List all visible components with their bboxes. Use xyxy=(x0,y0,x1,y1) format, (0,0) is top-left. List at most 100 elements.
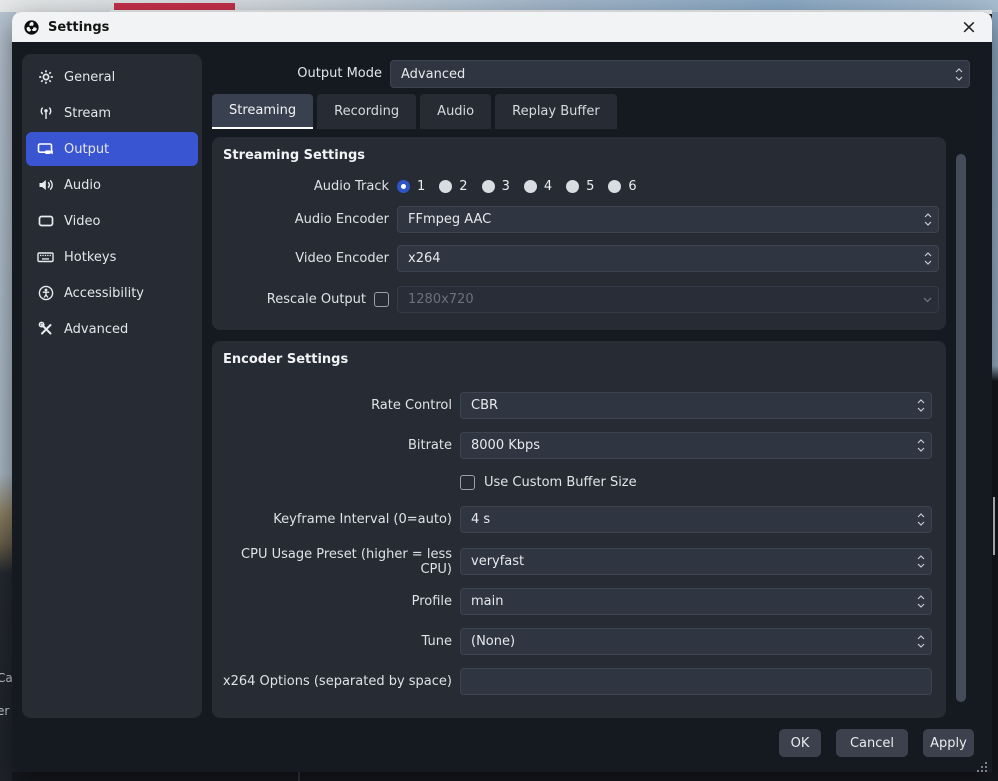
bitrate-value: 8000 Kbps xyxy=(471,438,540,453)
panel-title: Streaming Settings xyxy=(223,148,365,163)
bitrate-label: Bitrate xyxy=(212,432,460,459)
rescale-output-text: Rescale Output xyxy=(267,292,366,307)
output-tabs: Streaming Recording Audio Replay Buffer xyxy=(212,94,621,129)
accessibility-icon xyxy=(37,285,54,301)
cpu-preset-value: veryfast xyxy=(471,554,524,569)
profile-value: main xyxy=(471,594,503,609)
sidebar-item-output[interactable]: Output xyxy=(26,132,198,166)
close-icon[interactable]: × xyxy=(954,12,984,42)
sidebar-item-stream[interactable]: Stream xyxy=(26,96,198,130)
tools-icon xyxy=(37,321,54,337)
dropdown-arrows-icon[interactable] xyxy=(911,394,930,417)
audio-track-label: Audio Track xyxy=(212,173,397,199)
desktop-right-detail xyxy=(993,497,995,555)
cpu-preset-label: CPU Usage Preset (higher = less CPU) xyxy=(212,548,460,575)
streaming-settings-panel: Streaming Settings Audio Track 1 2 3 4 5… xyxy=(212,137,946,330)
background-text-fragment: Ca xyxy=(0,671,13,685)
rate-control-label: Rate Control xyxy=(212,392,460,419)
content-scrollbar-track[interactable] xyxy=(956,138,966,730)
obs-logo-icon xyxy=(24,20,39,35)
dropdown-arrows-icon[interactable] xyxy=(911,590,930,613)
radio-label: 1 xyxy=(417,179,425,194)
custom-buffer-checkbox[interactable] xyxy=(460,475,475,490)
sidebar-item-label: Output xyxy=(64,142,109,157)
desktop-right-strip xyxy=(992,12,998,781)
sidebar-item-advanced[interactable]: Advanced xyxy=(26,312,198,346)
spinbox-arrows-icon[interactable] xyxy=(911,434,930,457)
radio-label: 2 xyxy=(459,179,467,194)
keyframe-interval-label: Keyframe Interval (0=auto) xyxy=(212,506,460,533)
rate-control-select[interactable]: CBR xyxy=(460,392,932,419)
x264-options-label: x264 Options (separated by space) xyxy=(212,668,460,695)
broadcast-icon xyxy=(37,105,54,121)
cpu-preset-select[interactable]: veryfast xyxy=(460,548,932,575)
dropdown-arrows-icon[interactable] xyxy=(918,208,937,231)
video-encoder-select[interactable]: x264 xyxy=(397,245,939,272)
sidebar-item-general[interactable]: General xyxy=(26,60,198,94)
sidebar-item-audio[interactable]: Audio xyxy=(26,168,198,202)
tab-label: Replay Buffer xyxy=(512,104,600,119)
panel-title: Encoder Settings xyxy=(223,352,348,367)
dropdown-arrows-icon[interactable] xyxy=(918,247,937,270)
dialog-title: Settings xyxy=(48,20,109,35)
output-mode-label: Output Mode xyxy=(242,60,382,88)
settings-sidebar: General Stream Output xyxy=(22,54,202,718)
dropdown-arrows-icon[interactable] xyxy=(911,550,930,573)
audio-track-radio-6[interactable] xyxy=(608,180,621,193)
dropdown-arrows-icon[interactable] xyxy=(911,630,930,653)
tab-replay-buffer[interactable]: Replay Buffer xyxy=(495,94,617,129)
tab-label: Streaming xyxy=(229,103,296,118)
output-mode-value: Advanced xyxy=(401,67,465,82)
audio-track-radio-2[interactable] xyxy=(439,180,452,193)
tune-select[interactable]: (None) xyxy=(460,628,932,655)
dropdown-arrows-icon[interactable] xyxy=(949,62,968,86)
tab-label: Recording xyxy=(334,104,399,119)
rescale-output-checkbox[interactable] xyxy=(374,292,389,307)
resize-grip-icon[interactable] xyxy=(976,761,988,773)
apply-button[interactable]: Apply xyxy=(923,729,974,757)
sidebar-item-label: Advanced xyxy=(64,322,128,337)
rate-control-value: CBR xyxy=(471,398,498,413)
cancel-button[interactable]: Cancel xyxy=(836,729,908,757)
keyboard-icon xyxy=(37,249,54,265)
desktop-bottom-strip xyxy=(12,772,992,781)
profile-select[interactable]: main xyxy=(460,588,932,615)
bitrate-spinbox[interactable]: 8000 Kbps xyxy=(460,432,932,459)
content-scrollbar-handle[interactable] xyxy=(956,154,966,702)
dialog-titlebar[interactable]: Settings × xyxy=(12,12,992,42)
sidebar-item-hotkeys[interactable]: Hotkeys xyxy=(26,240,198,274)
sidebar-item-label: General xyxy=(64,70,115,85)
audio-encoder-value: FFmpeg AAC xyxy=(408,212,491,227)
audio-track-radio-3[interactable] xyxy=(482,180,495,193)
sidebar-item-label: Audio xyxy=(64,178,101,193)
tab-recording[interactable]: Recording xyxy=(317,94,416,129)
output-icon xyxy=(37,141,54,157)
ok-button[interactable]: OK xyxy=(779,729,821,757)
background-text-fragment: er xyxy=(0,704,9,718)
rescale-resolution-value: 1280x720 xyxy=(408,292,474,307)
output-mode-select[interactable]: Advanced xyxy=(390,60,970,88)
audio-track-radio-group: 1 2 3 4 5 6 xyxy=(397,179,651,194)
video-encoder-value: x264 xyxy=(408,251,441,266)
audio-encoder-select[interactable]: FFmpeg AAC xyxy=(397,206,939,233)
audio-track-radio-4[interactable] xyxy=(524,180,537,193)
sidebar-item-video[interactable]: Video xyxy=(26,204,198,238)
sidebar-item-label: Stream xyxy=(64,106,111,121)
desktop-bottom-divider xyxy=(298,772,300,781)
speaker-icon xyxy=(37,177,54,193)
dropdown-arrow-icon xyxy=(918,288,937,311)
sidebar-item-label: Accessibility xyxy=(64,286,144,301)
spinbox-arrows-icon[interactable] xyxy=(911,508,930,531)
radio-label: 4 xyxy=(544,179,552,194)
keyframe-interval-spinbox[interactable]: 4 s xyxy=(460,506,932,533)
audio-track-radio-5[interactable] xyxy=(566,180,579,193)
tab-streaming[interactable]: Streaming xyxy=(212,94,313,129)
rescale-resolution-combobox[interactable]: 1280x720 xyxy=(397,286,939,313)
rescale-output-label: Rescale Output xyxy=(212,286,397,313)
audio-track-radio-1[interactable] xyxy=(397,180,410,193)
encoder-settings-panel: Encoder Settings Rate Control CBR Bitrat… xyxy=(212,341,946,718)
x264-options-input[interactable] xyxy=(460,668,932,695)
sidebar-item-label: Hotkeys xyxy=(64,250,116,265)
tab-audio[interactable]: Audio xyxy=(420,94,491,129)
sidebar-item-accessibility[interactable]: Accessibility xyxy=(26,276,198,310)
